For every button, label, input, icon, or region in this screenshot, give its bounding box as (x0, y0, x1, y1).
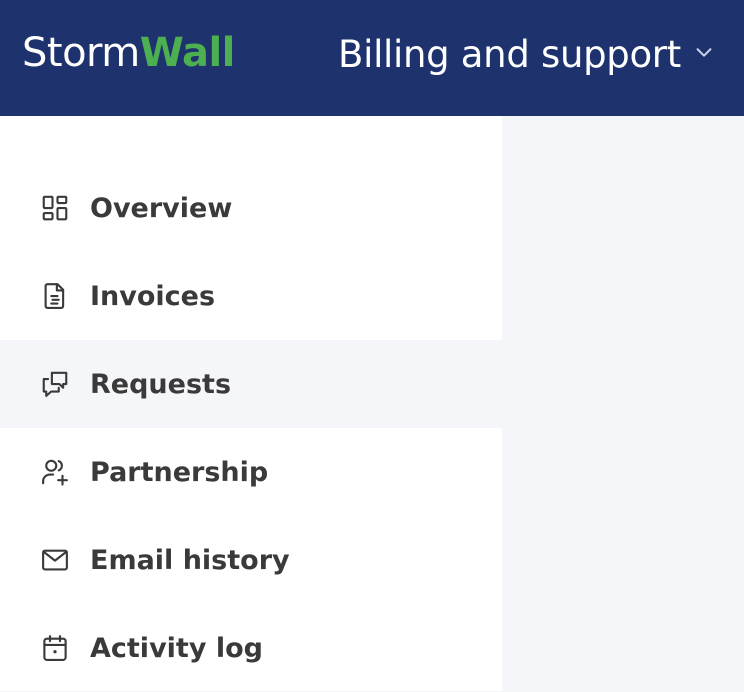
sidebar: Overview Invoices Requests Partnership E… (0, 116, 502, 691)
sidebar-item-overview[interactable]: Overview (0, 164, 502, 252)
document-icon (40, 281, 70, 311)
chevron-down-icon (696, 48, 712, 57)
envelope-icon (40, 545, 70, 575)
sidebar-item-activity-log[interactable]: Activity log (0, 604, 502, 692)
top-header: StormWall Billing and support (0, 0, 744, 116)
sidebar-item-label: Invoices (90, 280, 216, 312)
stormwall-logo[interactable]: StormWall (22, 28, 235, 78)
sidebar-item-label: Partnership (90, 456, 269, 488)
sidebar-item-label: Email history (90, 544, 290, 576)
sidebar-item-label: Requests (90, 368, 232, 400)
calendar-icon (40, 633, 70, 663)
user-plus-icon (40, 457, 70, 487)
sidebar-item-label: Overview (90, 192, 233, 224)
sidebar-nav: Overview Invoices Requests Partnership E… (0, 164, 502, 692)
sidebar-item-email-history[interactable]: Email history (0, 516, 502, 604)
sidebar-item-requests[interactable]: Requests (0, 340, 502, 428)
app-switcher-dropdown[interactable]: Billing and support (338, 28, 715, 80)
chat-bubbles-icon (40, 369, 70, 399)
app-title: Billing and support (338, 32, 681, 76)
dashboard-grid-icon (40, 193, 70, 223)
logo-text-storm: Storm (22, 30, 140, 76)
sidebar-item-invoices[interactable]: Invoices (0, 252, 502, 340)
sidebar-item-label: Activity log (90, 632, 263, 664)
logo-text-wall: Wall (139, 30, 236, 76)
sidebar-item-partnership[interactable]: Partnership (0, 428, 502, 516)
